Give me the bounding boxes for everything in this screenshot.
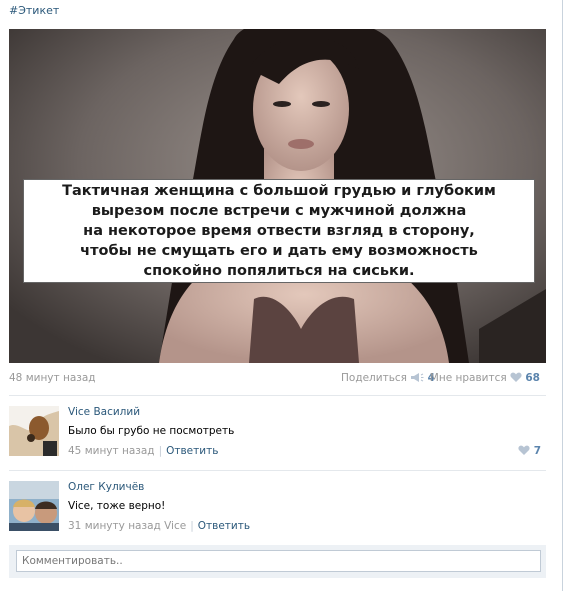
hashtag-link[interactable]: #Этикет	[9, 4, 59, 17]
share-button[interactable]: Поделиться 4	[341, 372, 435, 384]
avatar-image	[9, 406, 59, 456]
comment-input[interactable]	[16, 550, 541, 572]
comment-like-button[interactable]: 7	[518, 445, 541, 457]
comment: Vice Василий Было бы грубо не посмотреть…	[9, 406, 546, 470]
avatar-image	[9, 481, 59, 531]
post-time[interactable]: 48 минут назад	[9, 372, 96, 384]
avatar[interactable]	[9, 481, 59, 531]
heart-icon	[518, 445, 530, 455]
avatar[interactable]	[9, 406, 59, 456]
divider	[9, 395, 546, 396]
comment-compose	[9, 545, 546, 578]
divider	[9, 470, 546, 471]
comment-text: Vice, тоже верно!	[68, 500, 166, 512]
reply-button[interactable]: Ответить	[198, 520, 250, 532]
like-label: Мне нравится	[429, 372, 507, 384]
comment-author[interactable]: Олег Куличёв	[68, 481, 144, 493]
comment-like-count: 7	[533, 445, 541, 457]
comment-footer: 31 минуту назад Vice | Ответить	[68, 520, 250, 532]
caption-box: Тактичная женщина с большой грудью и глу…	[23, 179, 535, 283]
share-label: Поделиться	[341, 372, 407, 384]
like-button[interactable]: Мне нравится 68	[430, 372, 540, 384]
wall-post: #Этикет Тактичная женщина с большой груд…	[0, 0, 563, 591]
reply-button[interactable]: Ответить	[166, 445, 218, 457]
caption-text: Тактичная женщина с большой грудью и глу…	[62, 183, 496, 279]
comment-time[interactable]: 31 минуту назад Vice	[68, 520, 186, 532]
comment-time[interactable]: 45 минут назад	[68, 445, 155, 457]
separator: |	[190, 520, 194, 532]
comment: Олег Куличёв Vice, тоже верно! 31 минуту…	[9, 481, 546, 545]
post-meta: 48 минут назад Поделиться 4 Мне нравится…	[9, 370, 546, 386]
heart-icon	[510, 372, 522, 382]
megaphone-icon	[411, 373, 424, 382]
like-count: 68	[525, 372, 540, 384]
post-photo[interactable]: Тактичная женщина с большой грудью и глу…	[9, 29, 546, 363]
comment-author[interactable]: Vice Василий	[68, 406, 140, 418]
comment-footer: 45 минут назад | Ответить	[68, 445, 218, 457]
separator: |	[158, 445, 163, 457]
comment-text: Было бы грубо не посмотреть	[68, 425, 235, 437]
